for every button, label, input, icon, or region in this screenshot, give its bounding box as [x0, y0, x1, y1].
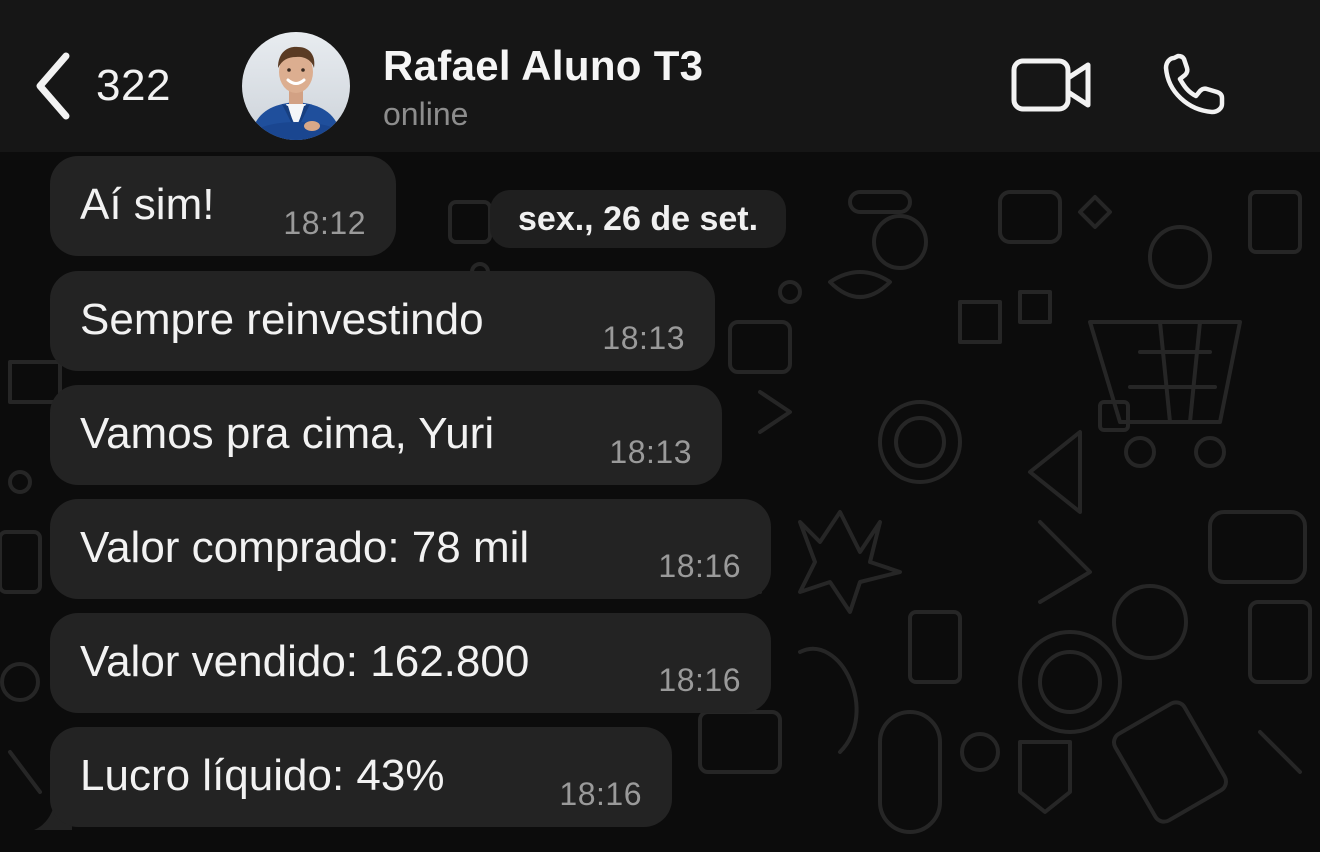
message-time: 18:13: [609, 434, 692, 470]
message-bubble[interactable]: Lucro líquido: 43% 18:16: [50, 727, 672, 827]
chevron-left-icon: [36, 52, 70, 120]
video-camera-icon: [1011, 58, 1091, 112]
message-list[interactable]: Aí sim! 18:12 sex., 26 de set. Sempre re…: [0, 152, 1320, 852]
message-text: Valor comprado: 78 mil: [80, 523, 530, 572]
contact-name[interactable]: Rafael Aluno T3: [383, 42, 703, 90]
message-text: Valor vendido: 162.800: [80, 637, 530, 686]
message-bubble[interactable]: Vamos pra cima, Yuri 18:13: [50, 385, 722, 485]
message-text: Vamos pra cima, Yuri: [80, 409, 495, 458]
unread-count: 322: [96, 61, 171, 110]
message-bubble[interactable]: Aí sim! 18:12: [50, 156, 396, 256]
phone-icon: [1163, 53, 1225, 115]
message-time: 18:16: [559, 776, 642, 812]
chat-header: 322 Rafael Aluno T3 online: [0, 0, 1320, 152]
message-bubble[interactable]: Sempre reinvestindo 18:13: [50, 271, 715, 371]
message-bubble[interactable]: Valor vendido: 162.800 18:16: [50, 613, 771, 713]
message-text: Aí sim!: [80, 180, 215, 229]
back-button[interactable]: 322: [30, 50, 171, 122]
message-time: 18:16: [658, 662, 741, 698]
message-text: Sempre reinvestindo: [80, 295, 484, 344]
message-bubble[interactable]: Valor comprado: 78 mil 18:16: [50, 499, 771, 599]
message-time: 18:12: [283, 205, 366, 241]
message-text: Lucro líquido: 43%: [80, 751, 445, 800]
avatar[interactable]: [242, 32, 350, 140]
voice-call-button[interactable]: [1160, 52, 1228, 123]
message-time: 18:16: [658, 548, 741, 584]
video-call-button[interactable]: [1010, 56, 1094, 119]
chat-screen: 322 Rafael Aluno T3 online Aí sim! 18:12…: [0, 0, 1320, 852]
date-separator: sex., 26 de set.: [490, 190, 787, 248]
contact-status: online: [383, 96, 469, 132]
message-time: 18:13: [602, 320, 685, 356]
